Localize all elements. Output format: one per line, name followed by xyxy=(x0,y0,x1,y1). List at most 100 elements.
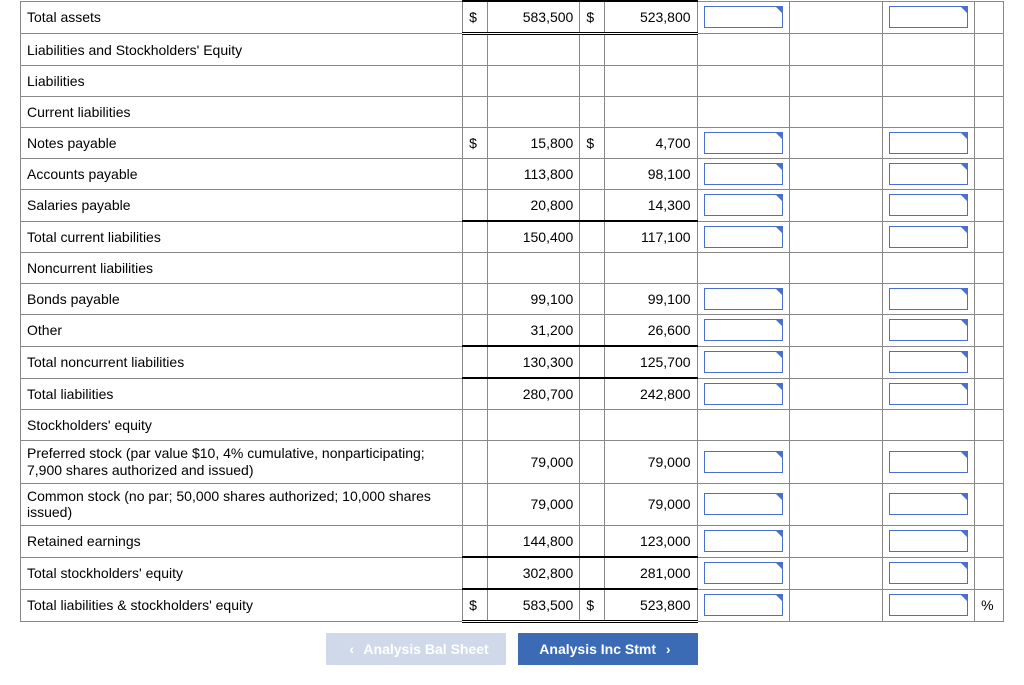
answer-input[interactable] xyxy=(697,378,790,410)
value-col1: 130,300 xyxy=(487,346,580,378)
answer-input[interactable] xyxy=(697,346,790,378)
row-total-assets: Total assets $ 583,500 $ 523,800 xyxy=(21,1,1004,34)
nav-buttons: ‹ Analysis Bal Sheet Analysis Inc Stmt › xyxy=(20,633,1004,665)
value-col1: 150,400 xyxy=(487,221,580,253)
value-col1: 280,700 xyxy=(487,378,580,410)
answer-input[interactable] xyxy=(882,526,975,558)
answer-input[interactable] xyxy=(697,128,790,159)
answer-input[interactable] xyxy=(882,589,975,622)
value-col2: 523,800 xyxy=(605,1,698,34)
row-total-liabilities: Total liabilities 280,700 242,800 xyxy=(21,378,1004,410)
value-col1: 583,500 xyxy=(487,589,580,622)
label: Liabilities and Stockholders' Equity xyxy=(21,34,463,66)
value-col1: 31,200 xyxy=(487,315,580,347)
answer-input[interactable] xyxy=(882,284,975,315)
answer-input[interactable] xyxy=(697,441,790,484)
label: Common stock (no par; 50,000 shares auth… xyxy=(21,483,463,526)
value-col2: 79,000 xyxy=(605,483,698,526)
value-col1: 20,800 xyxy=(487,190,580,222)
answer-input[interactable] xyxy=(697,589,790,622)
row-other: Other 31,200 26,600 xyxy=(21,315,1004,347)
value-col2: 242,800 xyxy=(605,378,698,410)
currency-symbol: $ xyxy=(463,128,488,159)
row-total-stockholders-equity: Total stockholders' equity 302,800 281,0… xyxy=(21,557,1004,589)
row-stockholders-equity-header: Stockholders' equity xyxy=(21,410,1004,441)
answer-input[interactable] xyxy=(882,378,975,410)
answer-input[interactable] xyxy=(697,190,790,222)
percent-symbol: % xyxy=(975,589,1004,622)
answer-input[interactable] xyxy=(697,159,790,190)
row-notes-payable: Notes payable $ 15,800 $ 4,700 xyxy=(21,128,1004,159)
value-col1: 302,800 xyxy=(487,557,580,589)
row-current-liabilities-header: Current liabilities xyxy=(21,97,1004,128)
answer-input[interactable] xyxy=(697,284,790,315)
row-noncurrent-liabilities-header: Noncurrent liabilities xyxy=(21,253,1004,284)
chevron-left-icon: ‹ xyxy=(343,641,360,657)
answer-input[interactable] xyxy=(882,557,975,589)
label: Bonds payable xyxy=(21,284,463,315)
value-col2: 123,000 xyxy=(605,526,698,558)
answer-input[interactable] xyxy=(697,526,790,558)
value-col2: 98,100 xyxy=(605,159,698,190)
row-bonds-payable: Bonds payable 99,100 99,100 xyxy=(21,284,1004,315)
value-col1: 99,100 xyxy=(487,284,580,315)
label: Salaries payable xyxy=(21,190,463,222)
label: Total assets xyxy=(21,1,463,34)
label: Noncurrent liabilities xyxy=(21,253,463,284)
label: Total liabilities & stockholders' equity xyxy=(21,589,463,622)
row-liabilities-header: Liabilities xyxy=(21,66,1004,97)
value-col2: 99,100 xyxy=(605,284,698,315)
answer-input[interactable] xyxy=(882,159,975,190)
label: Current liabilities xyxy=(21,97,463,128)
label: Accounts payable xyxy=(21,159,463,190)
next-tab-button[interactable]: Analysis Inc Stmt › xyxy=(518,633,698,665)
label: Total stockholders' equity xyxy=(21,557,463,589)
value-col1: 583,500 xyxy=(487,1,580,34)
row-salaries-payable: Salaries payable 20,800 14,300 xyxy=(21,190,1004,222)
value-col2: 523,800 xyxy=(605,589,698,622)
answer-input[interactable] xyxy=(697,221,790,253)
label: Retained earnings xyxy=(21,526,463,558)
next-tab-label: Analysis Inc Stmt xyxy=(539,641,656,657)
value-col1: 144,800 xyxy=(487,526,580,558)
label: Total liabilities xyxy=(21,378,463,410)
value-col2: 14,300 xyxy=(605,190,698,222)
row-common-stock: Common stock (no par; 50,000 shares auth… xyxy=(21,483,1004,526)
label: Preferred stock (par value $10, 4% cumul… xyxy=(21,441,463,484)
label: Liabilities xyxy=(21,66,463,97)
answer-input[interactable] xyxy=(697,483,790,526)
label: Notes payable xyxy=(21,128,463,159)
currency-symbol: $ xyxy=(580,589,605,622)
label: Total noncurrent liabilities xyxy=(21,346,463,378)
value-col2: 4,700 xyxy=(605,128,698,159)
answer-input[interactable] xyxy=(697,315,790,347)
label: Stockholders' equity xyxy=(21,410,463,441)
value-col2: 125,700 xyxy=(605,346,698,378)
currency-symbol: $ xyxy=(463,1,488,34)
answer-input[interactable] xyxy=(882,221,975,253)
balance-sheet-table: Total assets $ 583,500 $ 523,800 Liabili… xyxy=(20,0,1004,623)
answer-input[interactable] xyxy=(882,483,975,526)
answer-input[interactable] xyxy=(882,190,975,222)
value-col2: 26,600 xyxy=(605,315,698,347)
prev-tab-label: Analysis Bal Sheet xyxy=(363,641,488,657)
chevron-right-icon: › xyxy=(660,641,677,657)
row-total-current-liabilities: Total current liabilities 150,400 117,10… xyxy=(21,221,1004,253)
row-total-liab-se: Total liabilities & stockholders' equity… xyxy=(21,589,1004,622)
answer-input[interactable] xyxy=(697,1,790,34)
answer-input[interactable] xyxy=(882,346,975,378)
answer-input[interactable] xyxy=(882,1,975,34)
prev-tab-button[interactable]: ‹ Analysis Bal Sheet xyxy=(326,633,506,665)
answer-input[interactable] xyxy=(697,557,790,589)
value-col1: 79,000 xyxy=(487,483,580,526)
label: Other xyxy=(21,315,463,347)
value-col1: 15,800 xyxy=(487,128,580,159)
value-col1: 113,800 xyxy=(487,159,580,190)
answer-input[interactable] xyxy=(882,441,975,484)
value-col2: 117,100 xyxy=(605,221,698,253)
row-preferred-stock: Preferred stock (par value $10, 4% cumul… xyxy=(21,441,1004,484)
answer-input[interactable] xyxy=(882,128,975,159)
value-col2: 281,000 xyxy=(605,557,698,589)
answer-input[interactable] xyxy=(882,315,975,347)
row-accounts-payable: Accounts payable 113,800 98,100 xyxy=(21,159,1004,190)
